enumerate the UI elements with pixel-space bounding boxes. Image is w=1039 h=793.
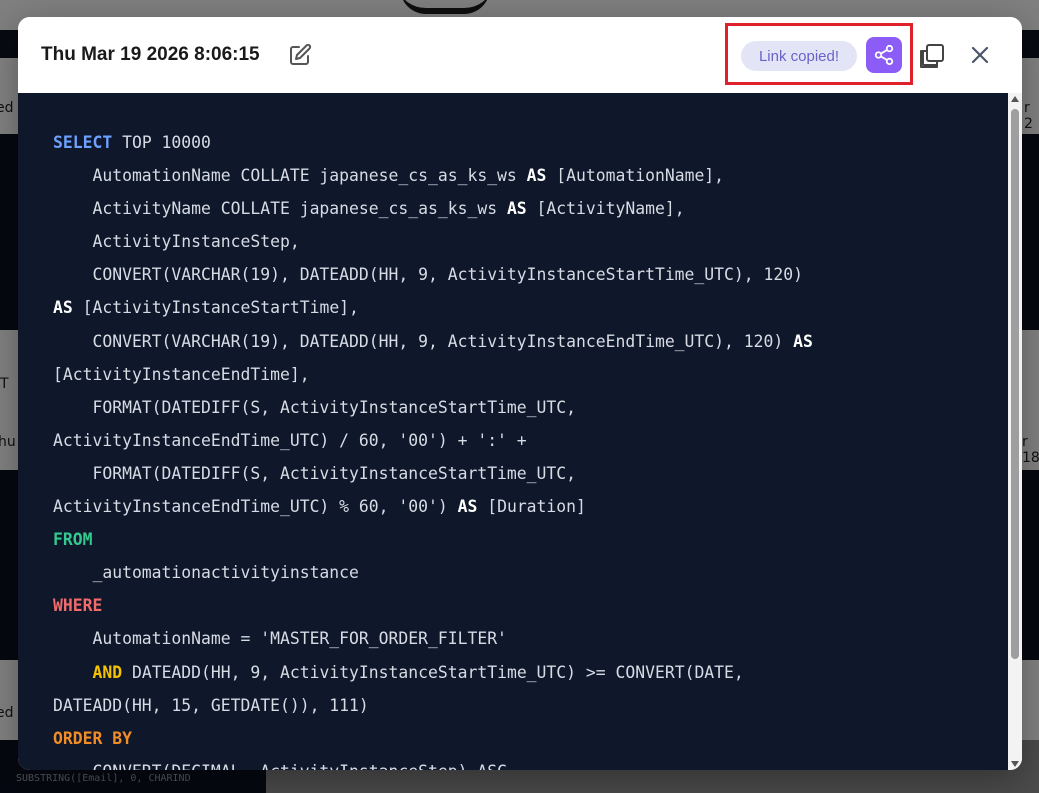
scroll-thumb[interactable] — [1011, 109, 1019, 659]
code-line: CONVERT(DECIMAL, ActivityInstanceStep) A… — [53, 755, 813, 770]
code-line: FORMAT(DATEDIFF(S, ActivityInstanceStart… — [53, 391, 813, 424]
code-token: FORMAT(DATEDIFF(S, ActivityInstanceStart… — [53, 463, 577, 483]
sql-keyword: AS — [526, 166, 547, 186]
share-icon — [874, 44, 894, 66]
modal-title: Thu Mar 19 2026 8:06:15 — [41, 44, 260, 65]
code-line: CONVERT(VARCHAR(19), DATEADD(HH, 9, Acti… — [53, 258, 813, 291]
code-line: FROM — [53, 523, 813, 556]
sql-keyword: AS — [457, 497, 478, 517]
modal-header: Thu Mar 19 2026 8:06:15 Link copied! — [18, 17, 1022, 93]
scrollbar[interactable] — [1008, 93, 1022, 770]
code-token: AutomationName = 'MASTER_FOR_ORDER_FILTE… — [53, 629, 507, 649]
code-line: ActivityInstanceStep, — [53, 225, 813, 258]
sql-keyword: WHERE — [53, 596, 103, 616]
query-modal: Thu Mar 19 2026 8:06:15 Link copied! SEL… — [18, 17, 1022, 770]
code-token: DATEADD(HH, 15, GETDATE()), 111) — [53, 695, 369, 715]
code-line: _automationactivityinstance — [53, 556, 813, 589]
code-token: ActivityInstanceStep, — [53, 232, 300, 252]
code-token: [ActivityInstanceEndTime], — [53, 364, 310, 384]
code-line: [ActivityInstanceEndTime], — [53, 358, 813, 391]
edit-icon[interactable] — [288, 43, 312, 67]
link-copied-badge: Link copied! — [741, 41, 857, 71]
code-token: FORMAT(DATEDIFF(S, ActivityInstanceStart… — [53, 397, 577, 417]
scroll-up-arrow[interactable] — [1011, 96, 1019, 102]
code-token: AutomationName COLLATE japanese_cs_as_ks… — [53, 166, 527, 186]
copy-icon[interactable] — [918, 42, 946, 70]
sql-keyword: AS — [53, 298, 73, 318]
share-button[interactable] — [866, 37, 902, 73]
code-line: ActivityName COLLATE japanese_cs_as_ks_w… — [53, 192, 813, 225]
code-line: ActivityInstanceEndTime_UTC) % 60, '00')… — [53, 490, 813, 523]
code-line: WHERE — [53, 589, 813, 622]
sql-code-viewer[interactable]: SELECT TOP 10000 AutomationName COLLATE … — [18, 93, 1008, 770]
sql-keyword: AS — [506, 199, 527, 219]
sql-keyword: AS — [793, 331, 813, 351]
sql-code: SELECT TOP 10000 AutomationName COLLATE … — [53, 126, 813, 770]
close-icon[interactable] — [967, 42, 993, 68]
code-token: ActivityInstanceEndTime_UTC) % 60, '00') — [53, 497, 458, 517]
code-line: AS [ActivityInstanceStartTime], — [53, 291, 813, 324]
code-token: [ActivityName], — [526, 199, 685, 219]
code-line: SELECT TOP 10000 — [53, 126, 813, 159]
code-line: DATEADD(HH, 15, GETDATE()), 111) — [53, 689, 813, 722]
sql-keyword: SELECT — [53, 133, 113, 152]
code-token: [Duration] — [477, 497, 586, 517]
code-line: AND DATEADD(HH, 9, ActivityInstanceStart… — [53, 656, 813, 689]
code-token: CONVERT(DECIMAL, ActivityInstanceStep) A… — [53, 762, 506, 770]
code-token: CONVERT(VARCHAR(19), DATEADD(HH, 9, Acti… — [53, 331, 794, 351]
code-token: TOP 10000 — [112, 133, 211, 152]
code-line: CONVERT(VARCHAR(19), DATEADD(HH, 9, Acti… — [53, 325, 813, 358]
scroll-down-arrow[interactable] — [1011, 761, 1019, 767]
code-line: FORMAT(DATEDIFF(S, ActivityInstanceStart… — [53, 457, 813, 490]
sql-keyword: ORDER BY — [53, 728, 132, 748]
sql-keyword: AND — [92, 662, 123, 682]
code-token: [AutomationName], — [546, 166, 725, 186]
code-line: AutomationName COLLATE japanese_cs_as_ks… — [53, 159, 813, 192]
code-token: ActivityName COLLATE japanese_cs_as_ks_w… — [53, 199, 507, 219]
code-token: ActivityInstanceEndTime_UTC) / 60, '00')… — [53, 430, 527, 450]
code-token: CONVERT(VARCHAR(19), DATEADD(HH, 9, Acti… — [53, 265, 803, 285]
code-line: AutomationName = 'MASTER_FOR_ORDER_FILTE… — [53, 622, 813, 655]
code-token: _automationactivityinstance — [53, 563, 359, 583]
code-token: DATEADD(HH, 9, ActivityInstanceStartTime… — [122, 662, 744, 682]
sql-keyword: FROM — [53, 530, 93, 550]
code-line: ORDER BY — [53, 722, 813, 755]
code-token: [ActivityInstanceStartTime], — [72, 298, 359, 318]
code-line: ActivityInstanceEndTime_UTC) / 60, '00')… — [53, 424, 813, 457]
